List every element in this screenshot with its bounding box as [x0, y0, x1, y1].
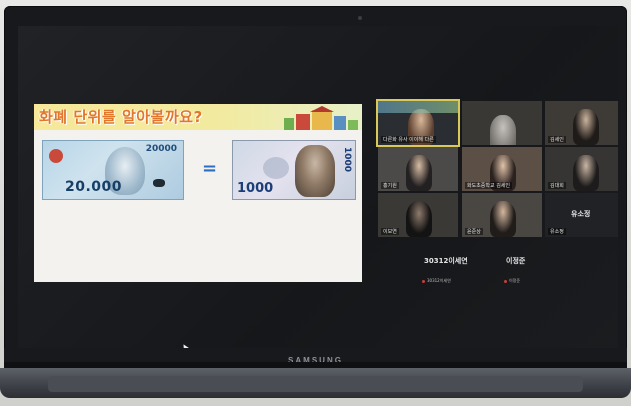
equals-sign: =: [202, 158, 218, 179]
webcam-dot: [358, 16, 362, 20]
emblem-icon: [49, 149, 63, 163]
participant-video: [573, 109, 599, 145]
building-illustration: [284, 106, 358, 130]
participant-sub-label: 이정준: [504, 278, 520, 284]
participant-name-camera-off: 이정준: [506, 257, 526, 265]
participant-tile[interactable]: 윤준상: [462, 193, 542, 237]
participant-name: 다른화 유사 이이해 다른: [381, 136, 436, 143]
participant-tile[interactable]: 홍기원: [378, 147, 458, 191]
participant-sub-label: 30312이세연: [422, 278, 451, 284]
participant-video: [490, 201, 516, 237]
vietnamese-banknote: 20000 20.000: [42, 140, 184, 200]
participant-tile-camera-off[interactable]: 유소정 유소정: [545, 193, 618, 237]
laptop-base-groove: [48, 376, 583, 392]
laptop-lid: 화폐 단위를 알아볼까요? 20000 20.000 = 1000 1000 다…: [4, 6, 627, 362]
participant-name-camera-off: 30312이세연: [424, 257, 468, 265]
participant-tile[interactable]: 김세인: [545, 101, 618, 145]
participant-video: [490, 115, 516, 145]
watermark-seal: [263, 157, 289, 179]
participant-video: [406, 201, 432, 237]
participant-name: 홍기원: [381, 182, 399, 189]
participant-name: 이보연: [381, 228, 399, 235]
participant-tile-active[interactable]: 다른화 유사 이이해 다른: [376, 99, 460, 147]
muted-mic-icon: [504, 279, 507, 283]
shared-slide: 화폐 단위를 알아볼까요? 20000 20.000 = 1000 1000: [34, 104, 362, 282]
video-call-screen: 화폐 단위를 알아볼까요? 20000 20.000 = 1000 1000 다…: [18, 26, 618, 354]
participant-tile[interactable]: 화도초중학교 김세인: [462, 147, 542, 191]
participant-name: 윤준상: [465, 228, 483, 235]
vn-note-corner-amount: 20000: [145, 144, 177, 154]
participant-name: 김세인: [548, 136, 566, 143]
participant-video: [573, 155, 599, 191]
participant-name-label: 유소정: [548, 228, 566, 235]
participant-tile[interactable]: [462, 101, 542, 145]
banknote-portrait: [295, 145, 335, 197]
participant-video: [406, 155, 432, 191]
vn-note-amount: 20.000: [65, 179, 123, 195]
participant-name: 화도초중학교 김세인: [465, 182, 512, 189]
participant-tile[interactable]: 이보연: [378, 193, 458, 237]
kr-note-side-amount: 1000: [342, 147, 352, 173]
participant-tile[interactable]: 김대희: [545, 147, 618, 191]
participant-name: 유소정: [571, 210, 591, 218]
kr-note-amount: 1000: [237, 181, 274, 196]
korean-banknote: 1000 1000: [232, 140, 356, 200]
participant-name: 김대희: [548, 182, 566, 189]
muted-mic-icon: [422, 279, 425, 283]
map-icon: [153, 179, 165, 187]
slide-title: 화폐 단위를 알아볼까요?: [39, 108, 203, 126]
virtual-background: [378, 101, 458, 113]
